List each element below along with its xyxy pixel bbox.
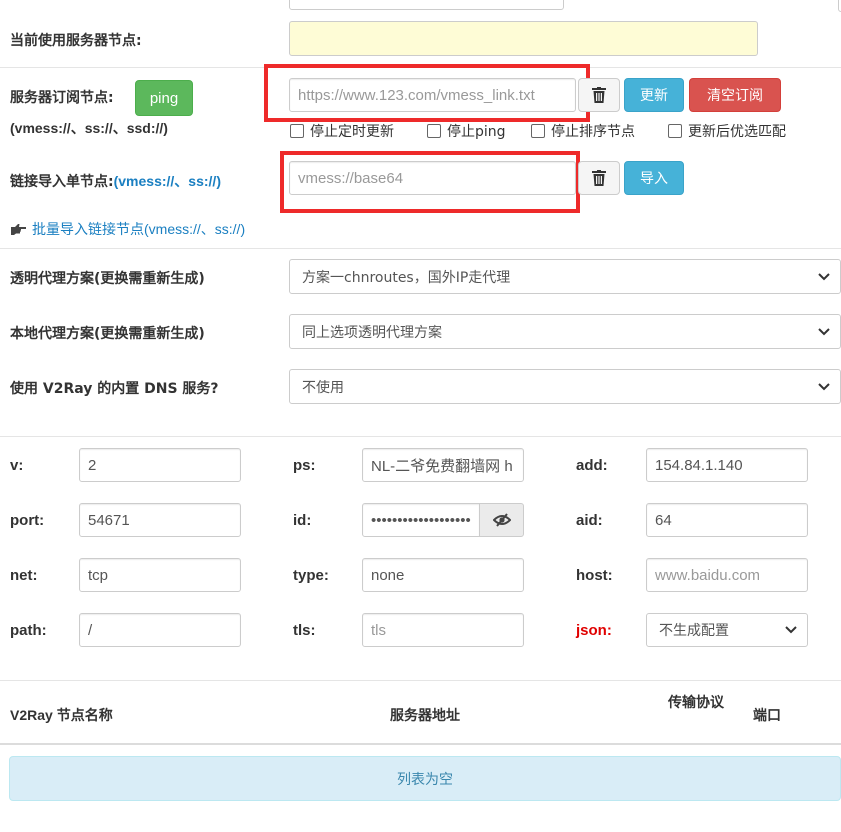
checkbox-stop-timed-update[interactable]: 停止定时更新 [290, 121, 394, 141]
field-json-select[interactable]: 不生成配置 [646, 613, 808, 647]
local-proxy-value: 同上选项透明代理方案 [302, 324, 442, 341]
checkbox-prefer-after-update[interactable]: 更新后优选匹配 [668, 121, 786, 141]
transparent-proxy-select[interactable]: 方案一chnroutes，国外IP走代理 [289, 259, 841, 294]
chevron-down-icon [818, 272, 830, 280]
current-server-label: 当前使用服务器节点: [10, 33, 142, 49]
field-net-input[interactable] [79, 558, 241, 592]
dns-label: 使用 V2Ray 的内置 DNS 服务? [10, 381, 219, 397]
dns-select[interactable]: 不使用 [289, 369, 841, 404]
field-path-input[interactable] [79, 613, 241, 647]
local-proxy-label: 本地代理方案(更换需重新生成) [10, 326, 205, 342]
divider [0, 743, 841, 745]
field-json-value: 不生成配置 [659, 623, 729, 639]
chevron-down-icon [785, 626, 797, 634]
empty-list-notice: 列表为空 [9, 756, 841, 801]
transparent-proxy-value: 方案一chnroutes，国外IP走代理 [302, 269, 511, 286]
link-import-protocols: (vmess://、ss://) [113, 173, 221, 189]
checkbox-box[interactable] [427, 124, 441, 138]
current-server-display [289, 21, 758, 56]
update-subscription-button[interactable]: 更新 [624, 78, 684, 112]
field-json-label: json: [576, 622, 612, 639]
field-id-input[interactable] [362, 503, 480, 537]
link-import-label: 链接导入单节点:(vmess://、ss://) [10, 171, 221, 191]
batch-import-protocols[interactable]: (vmess://、ss://) [144, 219, 245, 239]
field-tls-label: tls: [293, 622, 316, 639]
divider [0, 680, 841, 681]
link-import-highlight-frame [280, 151, 580, 213]
subscription-label: 服务器订阅节点: [10, 90, 114, 106]
field-ps-input[interactable] [362, 448, 524, 482]
checkbox-stop-sorting[interactable]: 停止排序节点 [531, 121, 635, 141]
link-import-label-text: 链接导入单节点: [10, 174, 114, 190]
local-proxy-select[interactable]: 同上选项透明代理方案 [289, 314, 841, 349]
batch-import-text[interactable]: 批量导入链接节点 [32, 219, 144, 239]
transparent-proxy-label: 透明代理方案(更换需重新生成) [10, 271, 205, 287]
trash-icon [592, 170, 606, 186]
eye-slash-icon [492, 513, 511, 527]
field-port-input[interactable] [79, 503, 241, 537]
batch-import-link[interactable]: 批量导入链接节点 (vmess://、ss://) [10, 219, 245, 239]
chevron-down-icon [818, 382, 830, 390]
chevron-down-icon [818, 327, 830, 335]
field-v-input[interactable] [79, 448, 241, 482]
field-id-label: id: [293, 512, 312, 529]
field-add-input[interactable] [646, 448, 808, 482]
clear-subscription-button[interactable]: 清空订阅 [689, 78, 781, 112]
checkbox-label: 停止排序节点 [551, 124, 635, 140]
divider [0, 436, 841, 437]
field-host-input[interactable] [646, 558, 808, 592]
checkbox-label: 停止ping [447, 124, 506, 140]
ping-button[interactable]: ping [135, 80, 193, 116]
subscription-highlight-frame [264, 64, 590, 122]
field-path-label: path: [10, 622, 47, 639]
top-partial-input[interactable] [289, 0, 564, 10]
toggle-id-visibility-button[interactable] [479, 503, 524, 537]
checkbox-box[interactable] [531, 124, 545, 138]
table-header-port: 端口 [753, 708, 781, 724]
subscription-protocols: (vmess://、ss://、ssd://) [10, 120, 168, 136]
field-v-label: v: [10, 457, 24, 474]
checkbox-box[interactable] [668, 124, 682, 138]
field-aid-input[interactable] [646, 503, 808, 537]
field-net-label: net: [10, 567, 38, 584]
divider [0, 248, 841, 249]
dns-value: 不使用 [302, 379, 344, 396]
table-header-protocol: 传输协议 [668, 695, 724, 711]
field-host-label: host: [576, 567, 613, 584]
table-header-address: 服务器地址 [390, 708, 460, 724]
field-tls-input[interactable] [362, 613, 524, 647]
field-type-label: type: [293, 567, 329, 584]
checkbox-label: 更新后优选匹配 [688, 124, 786, 140]
field-add-label: add: [576, 457, 608, 474]
clear-subscription-url-button[interactable] [578, 78, 620, 112]
checkbox-stop-ping[interactable]: 停止ping [427, 121, 506, 141]
clear-link-input-button[interactable] [578, 161, 620, 195]
trash-icon [592, 87, 606, 103]
checkbox-box[interactable] [290, 124, 304, 138]
field-ps-label: ps: [293, 457, 316, 474]
hand-pointing-right-icon [11, 223, 26, 235]
import-button[interactable]: 导入 [624, 161, 684, 195]
checkbox-label: 停止定时更新 [310, 124, 394, 140]
field-aid-label: aid: [576, 512, 603, 529]
field-type-input[interactable] [362, 558, 524, 592]
empty-list-text: 列表为空 [397, 771, 453, 788]
field-port-label: port: [10, 512, 45, 529]
table-header-name: V2Ray 节点名称 [10, 707, 113, 723]
